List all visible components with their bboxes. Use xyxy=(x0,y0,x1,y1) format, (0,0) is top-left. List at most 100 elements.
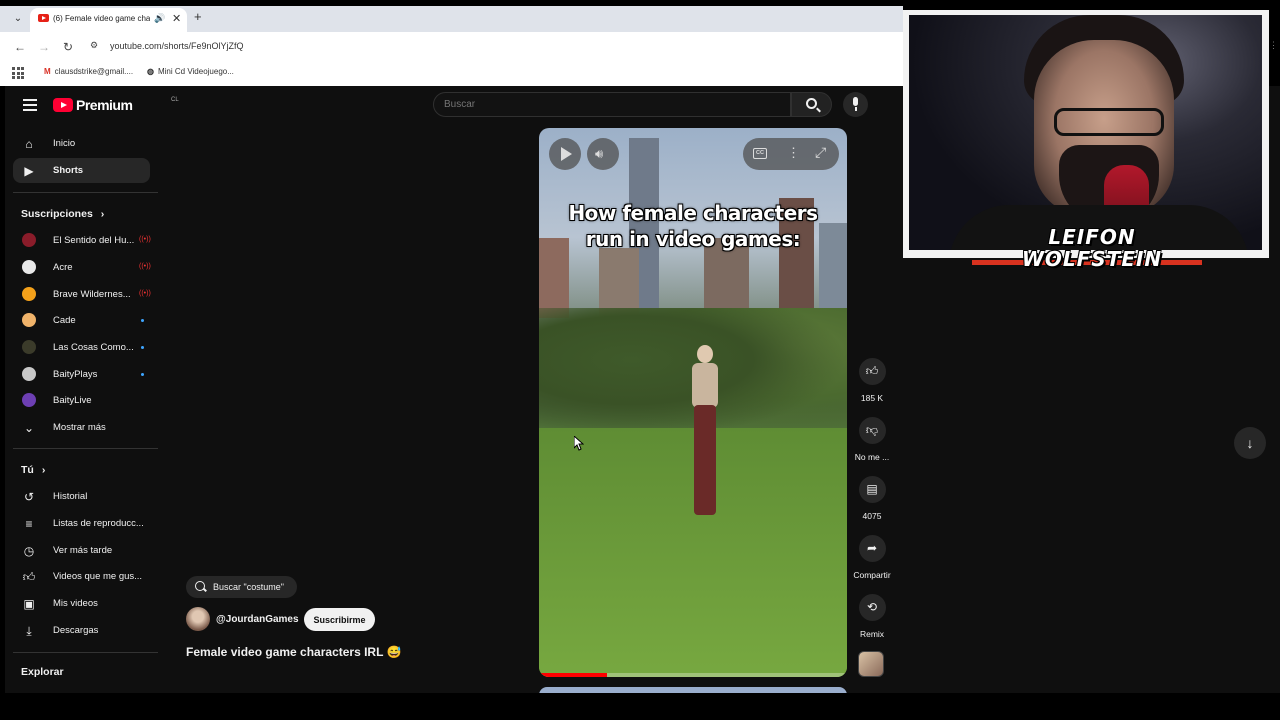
search-button[interactable] xyxy=(791,92,832,117)
chevron-right-icon: › xyxy=(100,208,105,220)
logo-line: WOLFSTEIN xyxy=(1021,247,1163,271)
new-content-dot xyxy=(141,346,144,349)
browser-toolbar: ← → ↻ ⚙ youtube.com/shorts/Fe9nOlYjZfQ xyxy=(0,32,903,62)
divider xyxy=(13,448,158,449)
play-button[interactable] xyxy=(549,138,581,170)
search-suggestion-chip[interactable]: Buscar "costume" xyxy=(186,576,297,598)
like-action[interactable]: 👍︎ 185 K xyxy=(850,358,894,403)
apps-grid-icon[interactable] xyxy=(12,67,24,79)
site-info-icon[interactable]: ⚙ xyxy=(90,40,102,52)
sidebar-item-label: Cade xyxy=(53,315,76,326)
sidebar-item-label: Mostrar más xyxy=(53,422,106,433)
search-input[interactable] xyxy=(444,99,774,110)
tab-title: (6) Female video game cha xyxy=(53,14,150,23)
sidebar-sub-item[interactable]: El Sentido del Hu... ((•)) xyxy=(13,228,151,253)
sidebar-item-watch-later[interactable]: ◷ Ver más tarde xyxy=(13,538,150,563)
bookmark-gmail[interactable]: Mclausdstrike@gmail.... xyxy=(44,67,133,76)
bookmarks-bar: Mclausdstrike@gmail.... ◍ Mini Cd Videoju… xyxy=(0,62,903,86)
sidebar-item-label: Ver más tarde xyxy=(53,545,113,556)
new-content-dot xyxy=(141,319,144,322)
sidebar-item-label: Historial xyxy=(53,491,88,502)
sidebar-item-playlists[interactable]: ≡ Listas de reproducc... xyxy=(13,511,150,536)
progress-bar[interactable] xyxy=(539,673,847,677)
sidebar-item-label: Descargas xyxy=(53,625,99,636)
explore-title: Explorar xyxy=(21,666,64,678)
sidebar-sub-item[interactable]: BaityLive xyxy=(13,388,150,413)
search-icon xyxy=(806,98,817,109)
forward-icon[interactable]: → xyxy=(36,39,52,55)
audio-playing-icon[interactable]: 🔊 xyxy=(154,13,165,24)
channel-avatar[interactable] xyxy=(186,607,210,631)
voice-search-icon[interactable] xyxy=(843,92,868,117)
home-icon: ⌂ xyxy=(25,137,33,151)
avatar xyxy=(22,260,36,274)
address-bar[interactable]: youtube.com/shorts/Fe9nOlYjZfQ xyxy=(110,41,244,51)
sidebar-sub-item[interactable]: Acre ((•)) xyxy=(13,255,151,280)
close-tab-icon[interactable]: ✕ xyxy=(172,12,181,25)
sidebar-item-label: Acre xyxy=(53,262,73,273)
remix-label: Remix xyxy=(859,629,885,639)
browser-tab[interactable]: (6) Female video game cha 🔊 ✕ xyxy=(30,8,187,32)
sidebar-item-label: El Sentido del Hu... xyxy=(53,235,135,246)
share-action[interactable]: ➦ Compartir xyxy=(850,535,894,580)
bookmark-mini-cd[interactable]: ◍ Mini Cd Videojuego... xyxy=(147,67,234,76)
avatar xyxy=(22,287,36,301)
reload-icon[interactable]: ↻ xyxy=(60,39,76,55)
you-title[interactable]: Tú › xyxy=(21,464,45,476)
captions-icon[interactable]: CC xyxy=(753,148,767,159)
chip-label: Buscar "costume" xyxy=(213,582,284,592)
sidebar-item-shorts[interactable]: ▶ Shorts xyxy=(13,158,150,183)
streamer-logo: LEIFON WOLFSTEIN xyxy=(1012,226,1172,270)
sidebar-item-label: BaityLive xyxy=(53,395,92,406)
volume-icon: 🔊︎ xyxy=(595,146,604,161)
sidebar-sub-item[interactable]: Las Cosas Como... xyxy=(13,335,150,360)
subscribe-button[interactable]: Suscribirme xyxy=(304,608,375,631)
avatar xyxy=(22,313,36,327)
sound-thumbnail[interactable] xyxy=(858,651,884,677)
sidebar-item-label: Brave Wildernes... xyxy=(53,289,131,300)
next-short-arrow-icon[interactable]: ↓ xyxy=(1234,427,1266,459)
sidebar-sub-item[interactable]: BaityPlays xyxy=(13,362,150,387)
live-icon: ((•)) xyxy=(139,290,151,297)
volume-button[interactable]: 🔊︎ xyxy=(587,138,619,170)
like-count: 185 K xyxy=(860,393,884,403)
sidebar-item-my-videos[interactable]: ▣ Mis videos xyxy=(13,591,150,616)
sidebar-item-label: BaityPlays xyxy=(53,369,98,380)
dislike-label: No me ... xyxy=(854,452,890,462)
new-tab-icon[interactable]: + xyxy=(194,9,202,24)
channel-name[interactable]: @JourdanGames xyxy=(216,614,299,625)
browser-menu-icon[interactable]: ⋮ xyxy=(1269,40,1280,60)
menu-icon[interactable] xyxy=(23,99,37,111)
fullscreen-icon[interactable]: ⤢ xyxy=(815,144,826,161)
sidebar-item-downloads[interactable]: ⤓ Descargas xyxy=(13,618,150,643)
short-video-player[interactable]: How female characters run in video games… xyxy=(539,128,847,677)
progress-fill xyxy=(539,673,607,677)
more-vert-icon[interactable]: ⋮ xyxy=(787,145,800,161)
comment-count: 4075 xyxy=(862,511,882,521)
remix-action[interactable]: ⟲ Remix xyxy=(850,594,894,639)
chevron-down-icon: ⌄ xyxy=(23,421,35,435)
sidebar-sub-item[interactable]: Brave Wildernes... ((•)) xyxy=(13,282,151,307)
sidebar-show-more[interactable]: ⌄ Mostrar más xyxy=(13,415,150,440)
playlist-icon: ≡ xyxy=(25,517,33,531)
runner-head xyxy=(697,345,713,363)
sidebar-item-inicio[interactable]: ⌂ Inicio xyxy=(13,131,150,156)
live-icon: ((•)) xyxy=(139,263,151,270)
subscriptions-title[interactable]: Suscripciones › xyxy=(21,208,104,220)
logo-text: Premium xyxy=(76,97,133,113)
sidebar-item-label: Inicio xyxy=(53,138,76,149)
caption-line: How female characters xyxy=(568,201,818,225)
video-caption: How female characters run in video games… xyxy=(539,200,847,252)
dislike-action[interactable]: 👎︎ No me ... xyxy=(850,417,894,462)
section-label: Suscripciones xyxy=(21,208,93,220)
logo-country: CL xyxy=(171,97,179,103)
back-icon[interactable]: ← xyxy=(12,39,28,55)
share-icon: ➦ xyxy=(858,535,886,562)
comments-action[interactable]: ▤ 4075 xyxy=(850,476,894,521)
sidebar-item-liked[interactable]: 👍︎ Videos que me gus... xyxy=(13,564,150,589)
video-controls: CC ⋮ ⤢ xyxy=(743,138,839,170)
like-icon: 👍︎ xyxy=(22,570,36,584)
sidebar-sub-item[interactable]: Cade xyxy=(13,308,150,333)
tab-search-chevron-icon[interactable]: ⌄ xyxy=(9,10,27,28)
sidebar-item-historial[interactable]: ↺ Historial xyxy=(13,484,150,509)
